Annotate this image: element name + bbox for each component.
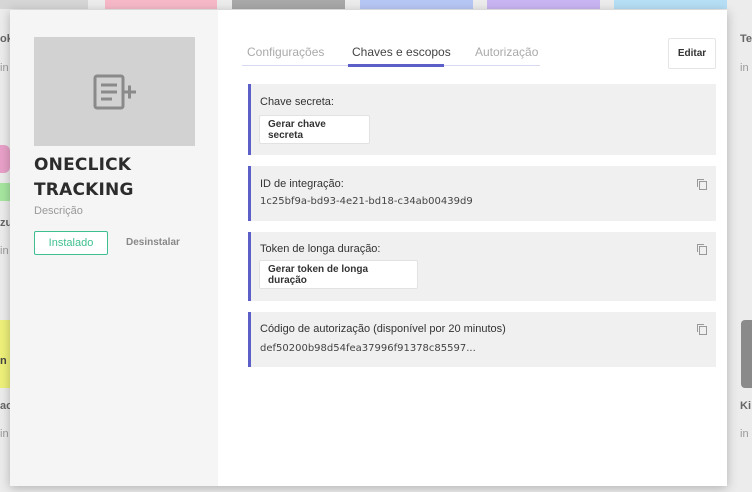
background-card-strip <box>232 0 345 9</box>
background-text: n <box>0 355 7 367</box>
background-app-logo <box>0 183 10 201</box>
background-card-strip <box>487 0 600 9</box>
tab-configuracoes[interactable]: Configurações <box>247 45 324 59</box>
app-details-modal: ONECLICK TRACKING Descrição Instalado De… <box>10 10 727 486</box>
background-text: Ki <box>740 400 751 412</box>
app-description: Descrição <box>34 205 83 217</box>
generate-long-token-button[interactable]: Gerar token de longa duração <box>259 260 418 289</box>
app-title: ONECLICK TRACKING <box>34 155 134 200</box>
background-card-strip <box>105 0 217 9</box>
copy-icon[interactable] <box>696 178 708 190</box>
active-tab-indicator <box>348 64 444 67</box>
auth-code-label: Código de autorização (disponível por 20… <box>260 323 506 335</box>
long-token-label: Token de longa duração: <box>260 243 381 255</box>
background-card-strip <box>614 0 727 9</box>
app-settings-pane: Configurações Chaves e escopos Autorizaç… <box>218 10 727 486</box>
app-image-placeholder <box>34 37 195 146</box>
tab-bar: Configurações Chaves e escopos Autorizaç… <box>242 42 540 67</box>
tab-chaves-e-escopos[interactable]: Chaves e escopos <box>352 45 451 59</box>
edit-button[interactable]: Editar <box>668 38 716 69</box>
secret-key-card: Chave secreta: Gerar chave secreta <box>248 84 716 155</box>
background-card-strip <box>0 0 88 9</box>
copy-icon[interactable] <box>696 323 708 335</box>
background-text: in <box>740 62 749 74</box>
tab-autorizacao[interactable]: Autorização <box>475 45 538 59</box>
background-text: Te <box>740 33 752 45</box>
background-text: in <box>740 428 749 440</box>
add-document-icon <box>93 74 136 109</box>
secret-key-label: Chave secreta: <box>260 96 334 108</box>
integration-id-value: 1c25bf9a-bd93-4e21-bd18-c34ab00439d9 <box>260 196 473 207</box>
background-text: in <box>0 428 9 440</box>
background-card-image <box>741 320 752 388</box>
uninstall-button[interactable]: Desinstalar <box>126 237 180 248</box>
background-text: in <box>0 62 9 74</box>
installed-button[interactable]: Instalado <box>34 231 108 255</box>
integration-id-card: ID de integração: 1c25bf9a-bd93-4e21-bd1… <box>248 166 716 221</box>
app-summary-pane: ONECLICK TRACKING Descrição Instalado De… <box>10 10 218 486</box>
background-card-image <box>0 320 10 388</box>
auth-code-value: def50200b98d54fea37996f91378c85597... <box>260 343 476 354</box>
generate-secret-key-button[interactable]: Gerar chave secreta <box>259 115 370 144</box>
background-text: in <box>0 245 9 257</box>
long-token-card: Token de longa duração: Gerar token de l… <box>248 232 716 301</box>
auth-code-card: Código de autorização (disponível por 20… <box>248 312 716 367</box>
copy-icon[interactable] <box>696 243 708 255</box>
background-card-strip <box>360 0 473 9</box>
background-app-logo <box>0 145 10 173</box>
integration-id-label: ID de integração: <box>260 178 344 190</box>
